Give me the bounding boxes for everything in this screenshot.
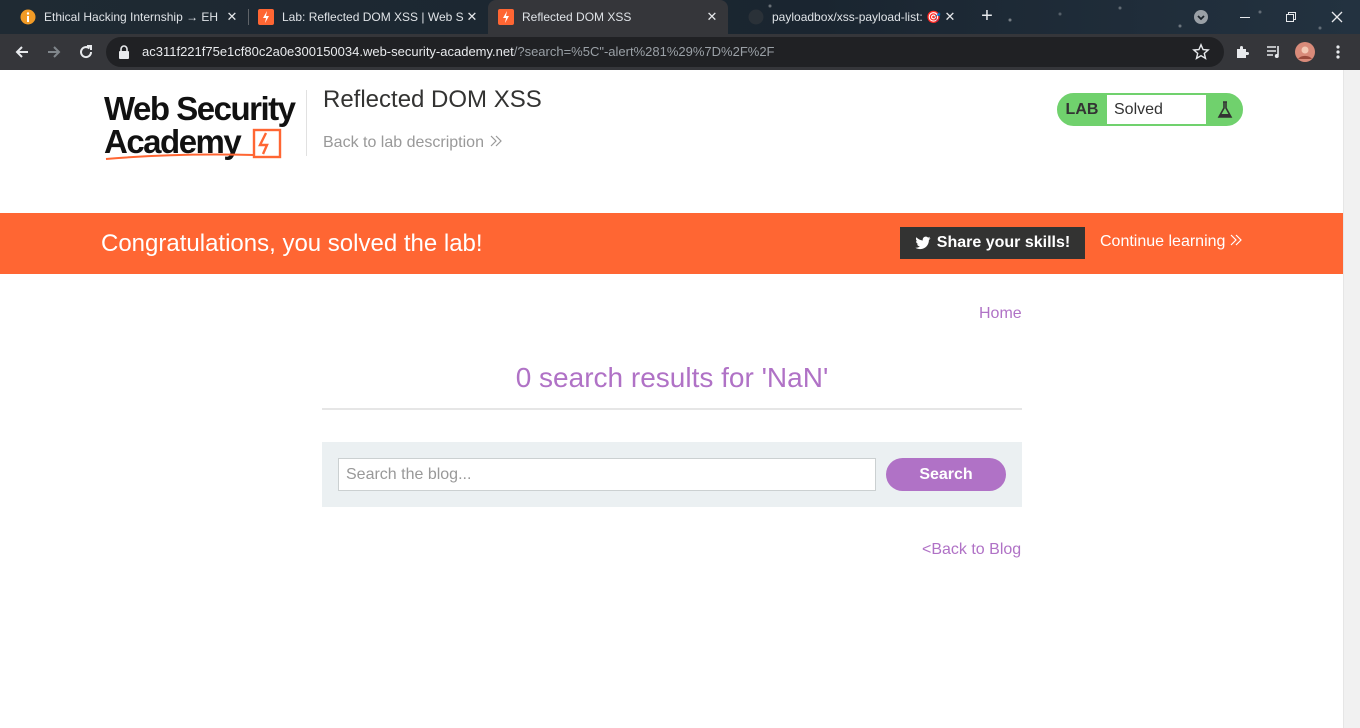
github-icon (748, 9, 764, 25)
browser-toolbar: ac311f221f75e1cf80c2a0e300150034.web-sec… (0, 34, 1360, 70)
close-icon[interactable]: ✕ (704, 9, 720, 25)
portswigger-icon (258, 9, 274, 25)
share-skills-button[interactable]: Share your skills! (900, 227, 1085, 259)
flask-icon (1208, 94, 1242, 125)
new-tab-button[interactable]: + (976, 5, 998, 27)
tab-title: Lab: Reflected DOM XSS | Web S (282, 10, 464, 24)
bookmark-star-icon[interactable] (1192, 43, 1210, 66)
url-text: ac311f221f75e1cf80c2a0e300150034.web-sec… (142, 44, 775, 59)
search-results-heading: 0 search results for 'NaN' (515, 362, 829, 393)
reload-icon[interactable] (72, 38, 100, 66)
lab-status-value: Solved (1107, 95, 1206, 124)
browser-tab-strip: Ethical Hacking Internship → EH ✕ Lab: R… (0, 0, 1360, 34)
tab-ethical-hacking[interactable]: Ethical Hacking Internship → EH ✕ (0, 0, 248, 34)
search-button[interactable]: Search (886, 458, 1006, 491)
close-icon[interactable]: ✕ (942, 9, 958, 25)
share-skills-label: Share your skills! (936, 234, 1071, 251)
tab-payloadbox[interactable]: payloadbox/xss-payload-list: 🎯 ✕ (728, 0, 966, 34)
lock-icon (118, 44, 130, 65)
portswigger-icon (498, 9, 514, 25)
close-window-icon[interactable] (1314, 0, 1360, 34)
divider (322, 408, 1022, 410)
back-to-lab-description-link[interactable]: Back to lab description (323, 134, 503, 152)
minimize-icon[interactable] (1222, 0, 1268, 34)
tab-title: Reflected DOM XSS (522, 10, 632, 24)
profile-avatar[interactable] (1295, 42, 1315, 62)
tab-reflected-dom-xss[interactable]: Reflected DOM XSS ✕ (488, 0, 728, 34)
tab-lab-description[interactable]: Lab: Reflected DOM XSS | Web S ✕ (238, 0, 488, 34)
lab-status-widget: LAB Solved (1057, 93, 1243, 126)
more-menu-icon[interactable] (1328, 42, 1348, 62)
web-security-academy-logo[interactable]: Web Security Academy (104, 90, 304, 164)
continue-learning-link[interactable]: Continue learning (1100, 233, 1242, 251)
congratulations-message: Congratulations, you solved the lab! (101, 230, 483, 257)
tab-search-icon[interactable] (1178, 0, 1224, 34)
solved-banner: Congratulations, you solved the lab! Sha… (0, 213, 1343, 274)
forward-arrow-icon[interactable] (40, 38, 68, 66)
back-arrow-icon[interactable] (8, 38, 36, 66)
back-to-blog-link[interactable]: <Back to Blog (922, 541, 1021, 559)
close-icon[interactable]: ✕ (464, 9, 480, 25)
logo-divider (306, 90, 307, 156)
url-path: /?search=%5C"-alert%281%29%7D%2F%2F (513, 44, 775, 59)
info-icon (20, 9, 36, 25)
lab-title: Reflected DOM XSS (323, 86, 542, 113)
page-content: Web Security Academy Reflected DOM XSS B… (0, 70, 1343, 728)
twitter-icon (915, 236, 931, 250)
lab-status-label: LAB (1065, 101, 1099, 118)
double-chevron-right-icon (1230, 233, 1242, 251)
home-link[interactable]: Home (979, 305, 1022, 323)
tab-title: payloadbox/xss-payload-list: 🎯 (772, 10, 942, 24)
double-chevron-right-icon (490, 134, 503, 152)
tab-title: Ethical Hacking Internship → EH (44, 10, 219, 24)
continue-learning-label: Continue learning (1100, 233, 1226, 251)
back-to-lab-description-label: Back to lab description (323, 134, 484, 152)
search-input[interactable] (338, 458, 876, 491)
media-queue-icon[interactable] (1264, 42, 1284, 62)
restore-icon[interactable] (1268, 0, 1314, 34)
page-scrollbar[interactable] (1343, 70, 1360, 728)
address-bar[interactable]: ac311f221f75e1cf80c2a0e300150034.web-sec… (106, 37, 1224, 67)
extensions-puzzle-icon[interactable] (1232, 42, 1252, 62)
search-form: Search (322, 442, 1022, 507)
url-host: ac311f221f75e1cf80c2a0e300150034.web-sec… (142, 44, 514, 59)
svg-text:Web Security: Web Security (104, 92, 297, 127)
